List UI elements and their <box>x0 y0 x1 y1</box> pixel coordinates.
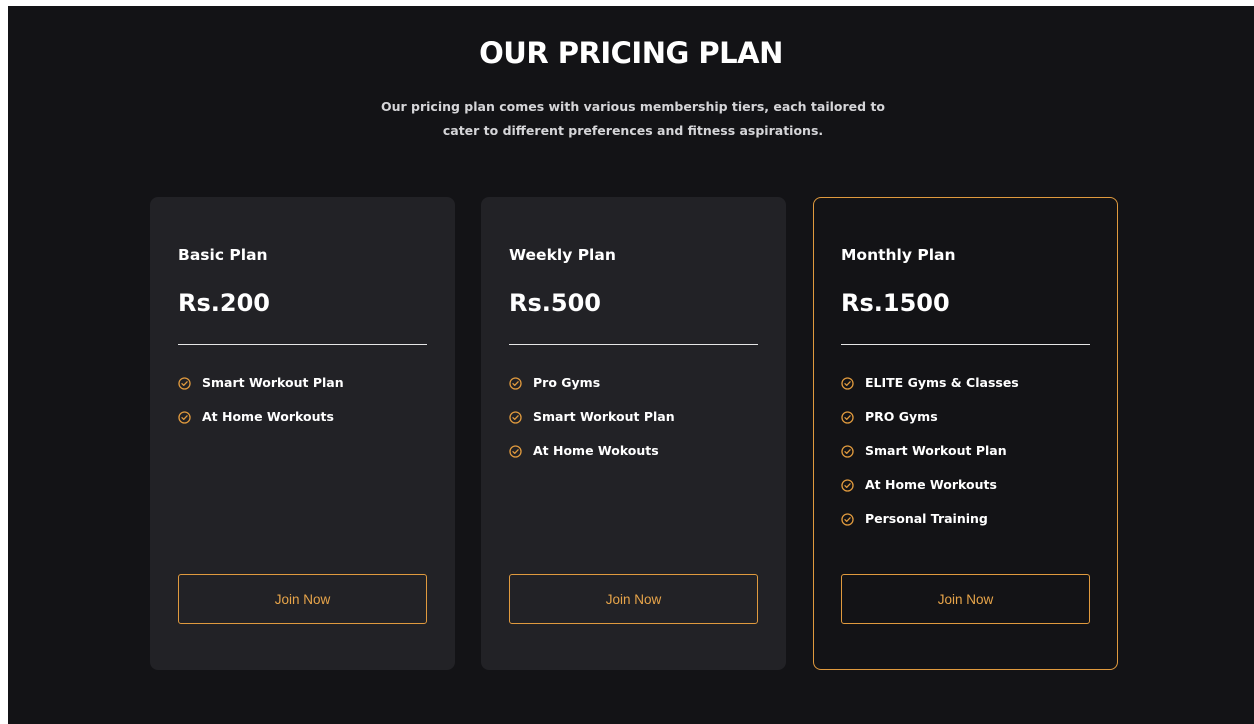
pricing-section: OUR PRICING PLAN Our pricing plan comes … <box>8 6 1254 724</box>
feature-label: ELITE Gyms & Classes <box>865 375 1019 390</box>
check-circle-icon <box>841 479 854 492</box>
feature-item: PRO Gyms <box>841 409 1019 443</box>
feature-list: Smart Workout Plan At Home Workouts <box>178 375 344 443</box>
feature-list: Pro Gyms Smart Workout Plan At Home Wokout… <box>509 375 675 477</box>
check-circle-icon <box>509 411 522 424</box>
divider <box>841 344 1090 345</box>
feature-label: Smart Workout Plan <box>202 375 344 390</box>
feature-item: Personal Training <box>841 511 1019 545</box>
join-now-button[interactable]: Join Now <box>841 574 1090 624</box>
plan-name: Monthly Plan <box>841 246 956 264</box>
feature-item: ELITE Gyms & Classes <box>841 375 1019 409</box>
feature-item: Smart Workout Plan <box>509 409 675 443</box>
check-circle-icon <box>178 411 191 424</box>
plan-card-monthly: Monthly Plan Rs.1500 ELITE Gyms & Classe… <box>813 197 1118 670</box>
join-now-button[interactable]: Join Now <box>178 574 427 624</box>
feature-label: At Home Workouts <box>202 409 334 424</box>
divider <box>509 344 758 345</box>
feature-item: Smart Workout Plan <box>178 375 344 409</box>
plan-price: Rs.200 <box>178 289 270 317</box>
feature-item: Pro Gyms <box>509 375 675 409</box>
check-circle-icon <box>178 377 191 390</box>
divider <box>178 344 427 345</box>
feature-label: At Home Workouts <box>865 477 997 492</box>
plan-name: Basic Plan <box>178 246 268 264</box>
plan-price: Rs.1500 <box>841 289 950 317</box>
feature-label: Personal Training <box>865 511 988 526</box>
section-title: OUR PRICING PLAN <box>479 36 783 70</box>
feature-label: Smart Workout Plan <box>533 409 675 424</box>
check-circle-icon <box>841 513 854 526</box>
plan-card-weekly: Weekly Plan Rs.500 Pro Gyms Smart Workout… <box>481 197 786 670</box>
feature-item: At Home Workouts <box>178 409 344 443</box>
plan-price: Rs.500 <box>509 289 601 317</box>
check-circle-icon <box>841 411 854 424</box>
feature-label: Pro Gyms <box>533 375 601 390</box>
check-circle-icon <box>841 445 854 458</box>
section-subtitle: Our pricing plan comes with various memb… <box>380 99 886 138</box>
plan-card-basic: Basic Plan Rs.200 Smart Workout Plan At H… <box>150 197 455 670</box>
feature-item: At Home Workouts <box>841 477 1019 511</box>
feature-item: Smart Workout Plan <box>841 443 1019 477</box>
feature-item: At Home Wokouts <box>509 443 675 477</box>
plan-name: Weekly Plan <box>509 246 616 264</box>
feature-label: At Home Wokouts <box>533 443 659 458</box>
check-circle-icon <box>509 377 522 390</box>
check-circle-icon <box>841 377 854 390</box>
feature-list: ELITE Gyms & Classes PRO Gyms Smart Workou… <box>841 375 1019 545</box>
feature-label: PRO Gyms <box>865 409 938 424</box>
feature-label: Smart Workout Plan <box>865 443 1007 458</box>
join-now-button[interactable]: Join Now <box>509 574 758 624</box>
check-circle-icon <box>509 445 522 458</box>
